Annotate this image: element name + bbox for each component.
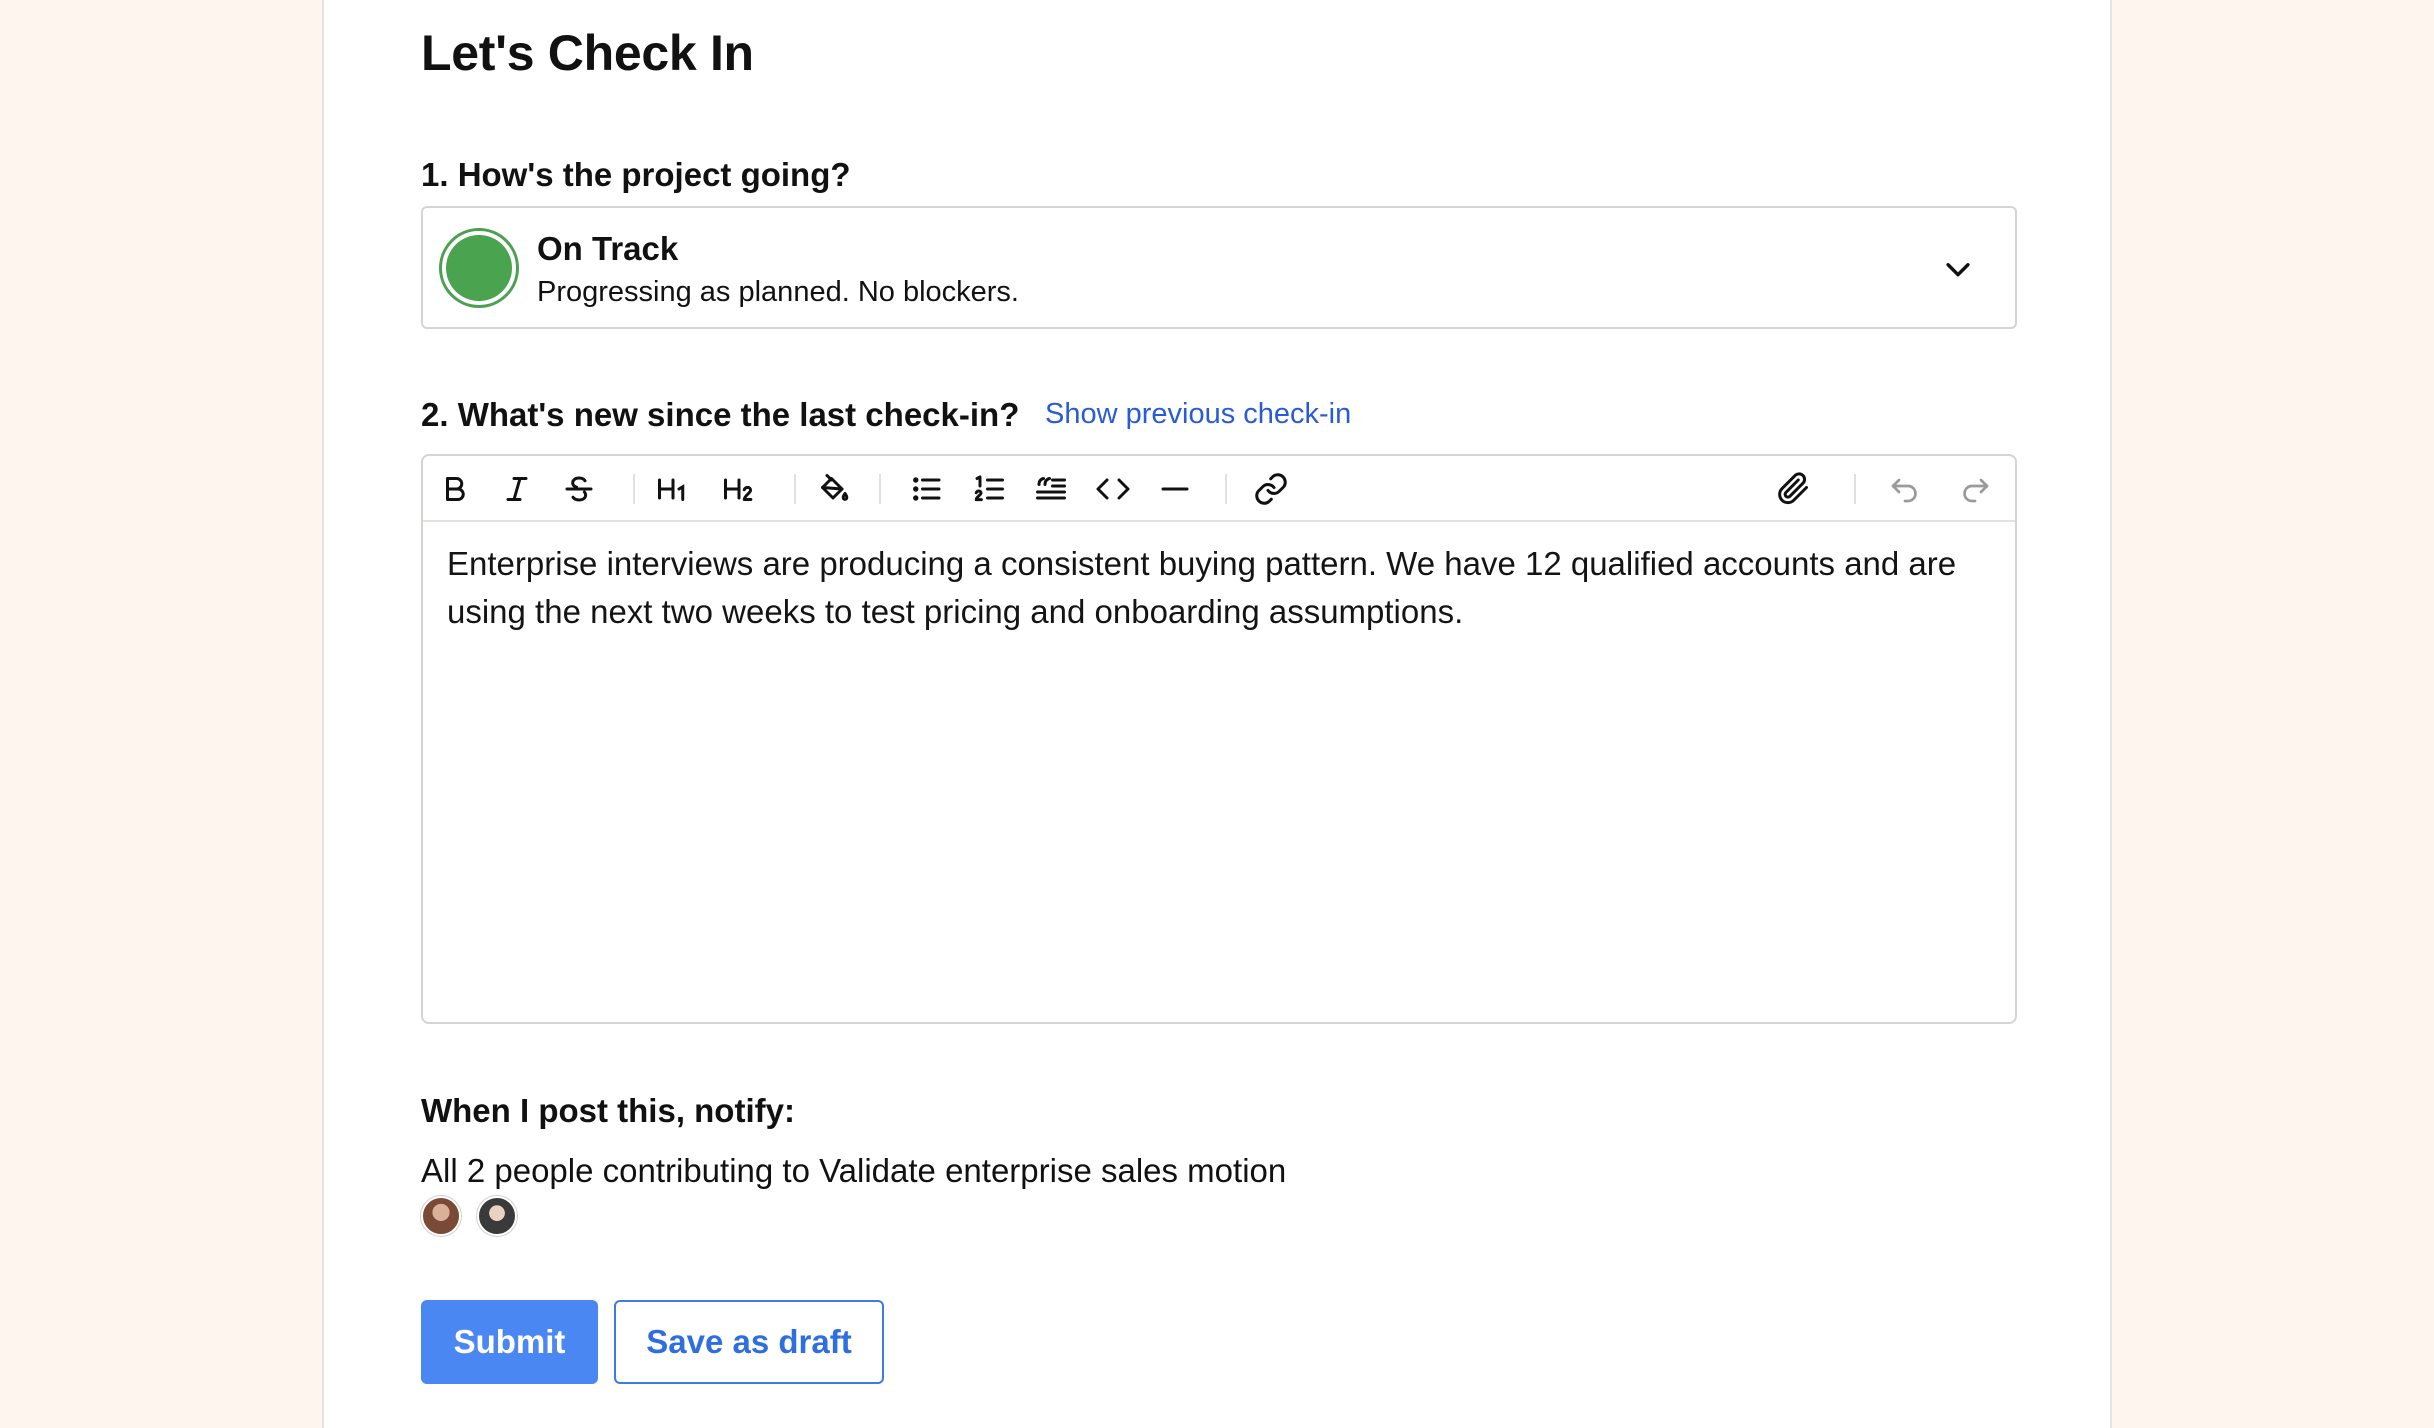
strikethrough-icon[interactable] [557,467,601,511]
numbered-list-icon[interactable] [967,467,1011,511]
blockquote-icon[interactable] [1029,467,1073,511]
link-icon[interactable] [1249,467,1293,511]
editor-content[interactable]: Enterprise interviews are producing a co… [447,540,1975,636]
save-as-draft-button[interactable]: Save as draft [614,1300,884,1384]
bullet-list-icon[interactable] [905,467,949,511]
avatar [421,1196,461,1236]
chevron-down-icon [1946,263,1970,277]
on-track-status-icon [439,228,519,308]
attachment-icon[interactable] [1771,467,1815,511]
check-in-card: Let's Check In 1. How's the project goin… [322,0,2112,1428]
undo-icon[interactable] [1883,467,1927,511]
bold-icon[interactable] [433,467,477,511]
heading1-icon[interactable] [651,467,695,511]
editor-toolbar [423,456,2015,522]
highlight-icon[interactable] [811,467,855,511]
status-title: On Track [537,230,679,267]
italic-icon[interactable] [495,467,539,511]
question-1-label: 1. How's the project going? [421,156,851,193]
notify-recipients-text: All 2 people contributing to Validate en… [421,1152,1287,1189]
status-description: Progressing as planned. No blockers. [537,276,1019,308]
notify-label: When I post this, notify: [421,1092,795,1129]
show-previous-check-in-link[interactable]: Show previous check-in [1045,398,1351,431]
page-title: Let's Check In [421,25,754,81]
heading2-icon[interactable] [717,467,761,511]
divider-icon[interactable] [1153,467,1197,511]
project-status-select[interactable]: On Track Progressing as planned. No bloc… [421,206,2017,329]
question-2-label: 2. What's new since the last check-in? [421,396,1020,433]
avatar [477,1196,517,1236]
rich-text-editor[interactable]: Enterprise interviews are producing a co… [421,454,2017,1024]
code-icon[interactable] [1091,467,1135,511]
redo-icon[interactable] [1953,467,1997,511]
submit-button[interactable]: Submit [421,1300,598,1384]
